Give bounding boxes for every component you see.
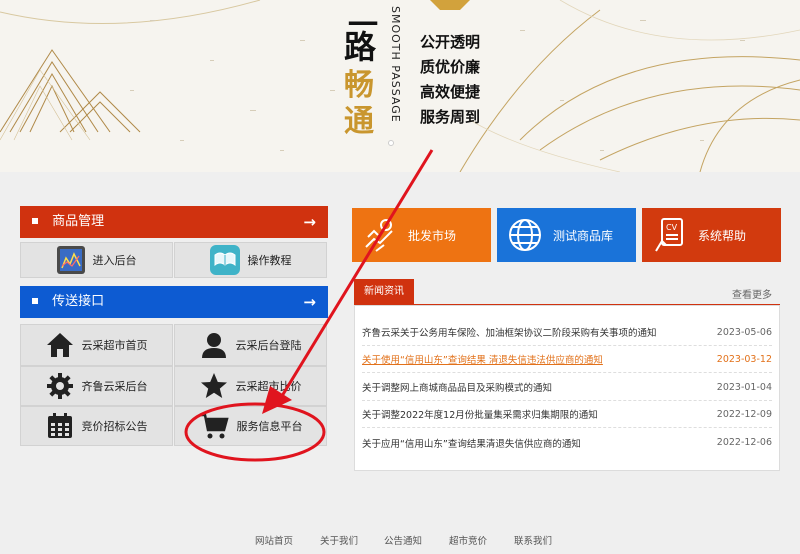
bidding-notice-button[interactable]: 竞价招标公告 (20, 406, 173, 446)
news-tab[interactable]: 新闻资讯 (354, 279, 414, 305)
service-info-platform-label: 服务信息平台 (236, 420, 303, 433)
arrow-right-icon[interactable]: → (303, 206, 316, 238)
news-item[interactable]: 齐鲁云采关于公务用车保险、加油框架协议二阶段采购有关事项的通知 2023-05-… (362, 319, 772, 346)
news-date: 2023-01-04 (716, 381, 772, 393)
transfer-interface-title: 传送接口 (52, 294, 105, 309)
qilu-backend-button[interactable]: 齐鲁云采后台 (20, 366, 173, 406)
footer-nav: 网站首页 关于我们 公告通知 超市竞价 联系我们 (0, 533, 800, 554)
svg-text:CV: CV (666, 223, 678, 232)
globe-icon (497, 217, 553, 253)
arrow-right-icon[interactable]: → (303, 286, 316, 318)
slogan-english: SMOOTH PASSAGE (389, 6, 402, 123)
tutorial-label: 操作教程 (247, 254, 292, 267)
news-title[interactable]: 关于调整网上商城商品品目及采购模式的通知 (362, 380, 552, 394)
wholesale-market-label: 批发市场 (408, 228, 457, 243)
footer-link-about[interactable]: 关于我们 (320, 533, 358, 547)
news-divider (354, 304, 780, 305)
news-item[interactable]: 关于调整2022年度12月份批量集采需求归集期限的通知 2022-12-09 (362, 401, 772, 428)
goods-management-header[interactable]: 商品管理 → (20, 206, 328, 238)
news-title[interactable]: 齐鲁云采关于公务用车保险、加油框架协议二阶段采购有关事项的通知 (362, 325, 657, 339)
handshake-icon (352, 217, 408, 253)
square-bullet-icon (32, 297, 38, 304)
goods-management-title: 商品管理 (52, 214, 105, 229)
motto-list: 公开透明 质优价廉 高效便捷 服务周到 (420, 30, 480, 130)
book-icon (209, 245, 240, 275)
bidding-notice-label: 竞价招标公告 (81, 420, 148, 433)
footer-link-bidding[interactable]: 超市竞价 (449, 533, 487, 547)
motto-line: 高效便捷 (420, 83, 481, 101)
news-date: 2022-12-09 (716, 408, 772, 420)
news-item[interactable]: 关于应用“信用山东”查询结果清退失信供应商的通知 2022-12-06 (362, 429, 772, 456)
news-date: 2023-03-12 (716, 353, 772, 365)
footer-link-home[interactable]: 网站首页 (255, 533, 293, 547)
test-product-library-label: 测试商品库 (553, 228, 614, 243)
footer-link-contact[interactable]: 联系我们 (514, 533, 552, 547)
wholesale-market-tile[interactable]: 批发市场 (352, 208, 491, 262)
news-title[interactable]: 关于使用“信用山东”查询结果 清退失信违法供应商的通知 (362, 352, 603, 366)
backend-login-label: 云采后台登陆 (235, 339, 302, 352)
price-compare-label: 云采超市比价 (235, 380, 302, 393)
gear-icon (46, 372, 74, 400)
hero-banner: 一 路 畅 通 SMOOTH PASSAGE 公开透明 质优价廉 高效便捷 服务… (0, 0, 800, 172)
tutorial-button[interactable]: 操作教程 (174, 242, 327, 278)
enter-backend-button[interactable]: 进入后台 (20, 242, 173, 278)
view-more-link[interactable]: 查看更多 (732, 286, 772, 301)
backend-login-button[interactable]: 云采后台登陆 (174, 324, 327, 366)
system-help-tile[interactable]: CV 系统帮助 (642, 208, 781, 262)
home-icon (46, 331, 74, 359)
motto-line: 服务周到 (420, 108, 481, 126)
user-icon (200, 331, 228, 359)
motto-line: 质优价廉 (420, 58, 481, 76)
slider-dot[interactable] (388, 140, 394, 146)
motto-line: 公开透明 (420, 33, 481, 51)
news-date: 2023-05-06 (716, 326, 772, 338)
news-title[interactable]: 关于应用“信用山东”查询结果清退失信供应商的通知 (362, 436, 581, 450)
qilu-backend-label: 齐鲁云采后台 (81, 380, 148, 393)
test-product-library-tile[interactable]: 测试商品库 (497, 208, 636, 262)
calendar-icon (46, 412, 74, 440)
news-item[interactable]: 关于使用“信用山东”查询结果 清退失信违法供应商的通知 2023-03-12 (362, 346, 772, 373)
service-info-platform-button[interactable]: 服务信息平台 (174, 406, 327, 446)
star-icon (200, 372, 228, 400)
price-compare-button[interactable]: 云采超市比价 (174, 366, 327, 406)
cv-icon: CV (642, 217, 698, 253)
system-help-label: 系统帮助 (698, 228, 747, 243)
footer-link-notices[interactable]: 公告通知 (384, 533, 422, 547)
chart-icon (56, 246, 85, 274)
slogan-char-4: 通 (344, 104, 374, 139)
transfer-interface-header[interactable]: 传送接口 → (20, 286, 328, 318)
square-bullet-icon (32, 217, 38, 224)
news-title[interactable]: 关于调整2022年度12月份批量集采需求归集期限的通知 (362, 407, 598, 421)
news-date: 2022-12-06 (716, 437, 772, 448)
enter-backend-label: 进入后台 (92, 254, 137, 267)
mall-home-button[interactable]: 云采超市首页 (20, 324, 173, 366)
cart-icon (199, 412, 229, 440)
mall-home-label: 云采超市首页 (81, 339, 148, 352)
news-item[interactable]: 关于调整网上商城商品品目及采购模式的通知 2023-01-04 (362, 374, 772, 401)
